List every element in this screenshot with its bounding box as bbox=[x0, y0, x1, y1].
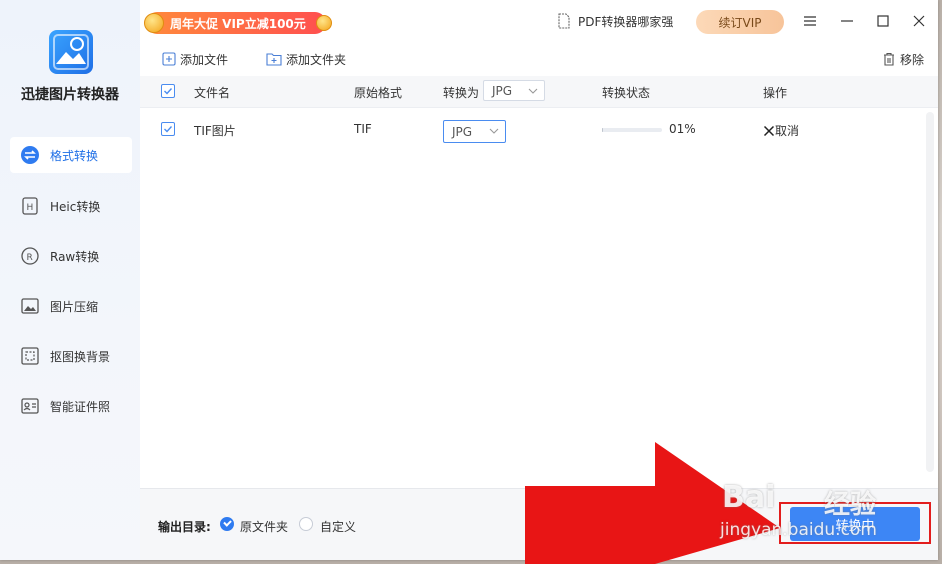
progress-bar bbox=[602, 128, 662, 132]
pdf-converter-link[interactable]: PDF转换器哪家强 bbox=[556, 12, 673, 30]
promo-banner[interactable]: 周年大促 VIP立减100元 bbox=[144, 12, 332, 34]
batch-format-select[interactable]: JPG bbox=[483, 80, 545, 101]
row-checkbox[interactable] bbox=[161, 122, 175, 136]
app-window: 迅捷图片转换器 格式转换 H Heic转换 R Raw转换 图片压缩 抠图换背景… bbox=[0, 0, 938, 560]
header-convert-to: 转换为 bbox=[443, 86, 480, 100]
svg-text:R: R bbox=[27, 253, 33, 263]
coin-icon bbox=[144, 13, 164, 33]
coin-icon bbox=[316, 15, 332, 31]
sidebar-item-heic[interactable]: H Heic转换 bbox=[10, 188, 132, 224]
radio-original-folder[interactable] bbox=[220, 517, 234, 531]
close-icon bbox=[763, 125, 775, 136]
renew-vip-button[interactable]: 续订VIP bbox=[696, 10, 784, 34]
menu-icon[interactable] bbox=[799, 10, 821, 32]
sidebar: 迅捷图片转换器 格式转换 H Heic转换 R Raw转换 图片压缩 抠图换背景… bbox=[0, 0, 140, 560]
radio-custom-folder[interactable] bbox=[299, 517, 313, 531]
original-format: TIF bbox=[354, 122, 372, 136]
sidebar-item-raw[interactable]: R Raw转换 bbox=[10, 238, 132, 274]
raw-icon: R bbox=[20, 246, 40, 266]
radio-original-label: 原文件夹 bbox=[240, 520, 289, 534]
toolbar: 添加文件 添加文件夹 移除 bbox=[140, 40, 938, 76]
target-format-value: JPG bbox=[452, 124, 473, 139]
scrollbar-thumb[interactable] bbox=[926, 112, 934, 472]
table-row[interactable]: TIF图片 TIF JPG 01% 取消 bbox=[140, 108, 938, 152]
trash-icon bbox=[882, 52, 896, 66]
image-compress-icon bbox=[20, 296, 40, 316]
output-dir-label: 输出目录: bbox=[158, 520, 211, 534]
sidebar-item-cutout[interactable]: 抠图换背景 bbox=[10, 338, 132, 374]
cancel-button[interactable]: 取消 bbox=[763, 122, 799, 139]
watermark: Bai 经验 jingyan.baidu.com bbox=[716, 480, 936, 560]
title-bar: 周年大促 VIP立减100元 PDF转换器哪家强 续订VIP bbox=[140, 0, 938, 40]
pdf-document-icon bbox=[556, 13, 572, 29]
cutout-icon bbox=[20, 346, 40, 366]
pdf-link-label: PDF转换器哪家强 bbox=[578, 14, 674, 29]
add-file-icon bbox=[162, 52, 176, 66]
scrollbar[interactable] bbox=[922, 108, 938, 488]
promo-text: 周年大促 VIP立减100元 bbox=[170, 16, 306, 31]
sidebar-item-id-photo[interactable]: 智能证件照 bbox=[10, 388, 132, 424]
heic-icon: H bbox=[20, 196, 40, 216]
select-all-checkbox[interactable] bbox=[161, 84, 175, 98]
add-folder-icon bbox=[266, 52, 282, 66]
add-folder-label: 添加文件夹 bbox=[286, 52, 347, 67]
sidebar-item-label: 抠图换背景 bbox=[50, 349, 111, 364]
header-original-format: 原始格式 bbox=[354, 86, 403, 100]
add-folder-button[interactable]: 添加文件夹 bbox=[266, 50, 346, 68]
sidebar-item-label: Raw转换 bbox=[50, 249, 100, 264]
sidebar-item-label: Heic转换 bbox=[50, 199, 101, 214]
header-status: 转换状态 bbox=[602, 86, 651, 100]
chevron-down-icon bbox=[528, 88, 538, 94]
app-name: 迅捷图片转换器 bbox=[21, 87, 119, 103]
sidebar-item-label: 图片压缩 bbox=[50, 299, 99, 314]
chevron-down-icon bbox=[489, 128, 499, 134]
progress-fill bbox=[602, 128, 604, 132]
watermark-brand: Bai bbox=[722, 480, 776, 515]
header-filename: 文件名 bbox=[194, 86, 231, 100]
check-icon bbox=[164, 88, 173, 95]
sidebar-item-image-compress[interactable]: 图片压缩 bbox=[10, 288, 132, 324]
sidebar-item-format-convert[interactable]: 格式转换 bbox=[10, 137, 132, 173]
cancel-label: 取消 bbox=[775, 124, 800, 138]
sidebar-item-label: 格式转换 bbox=[50, 148, 99, 163]
radio-custom-label: 自定义 bbox=[320, 520, 357, 534]
sidebar-item-label: 智能证件照 bbox=[50, 399, 111, 414]
id-photo-icon bbox=[20, 396, 40, 416]
maximize-icon[interactable] bbox=[872, 10, 894, 32]
watermark-brand-suffix: 经验 bbox=[824, 490, 877, 520]
svg-text:H: H bbox=[27, 203, 34, 213]
batch-format-value: JPG bbox=[492, 83, 513, 98]
add-file-button[interactable]: 添加文件 bbox=[162, 50, 228, 68]
minimize-icon[interactable] bbox=[836, 10, 858, 32]
progress-text: 01% bbox=[669, 122, 696, 136]
table-header: 文件名 原始格式 转换为 JPG 转换状态 操作 bbox=[140, 76, 938, 108]
format-convert-icon bbox=[20, 145, 40, 165]
remove-button[interactable]: 移除 bbox=[882, 50, 924, 68]
file-name: TIF图片 bbox=[194, 124, 236, 138]
check-icon bbox=[164, 126, 173, 133]
app-logo-icon bbox=[49, 30, 93, 74]
remove-label: 移除 bbox=[900, 52, 925, 67]
add-file-label: 添加文件 bbox=[180, 52, 229, 67]
close-icon[interactable] bbox=[908, 10, 930, 32]
watermark-url: jingyan.baidu.com bbox=[720, 520, 877, 540]
header-action: 操作 bbox=[763, 86, 788, 100]
target-format-select[interactable]: JPG bbox=[443, 120, 506, 143]
